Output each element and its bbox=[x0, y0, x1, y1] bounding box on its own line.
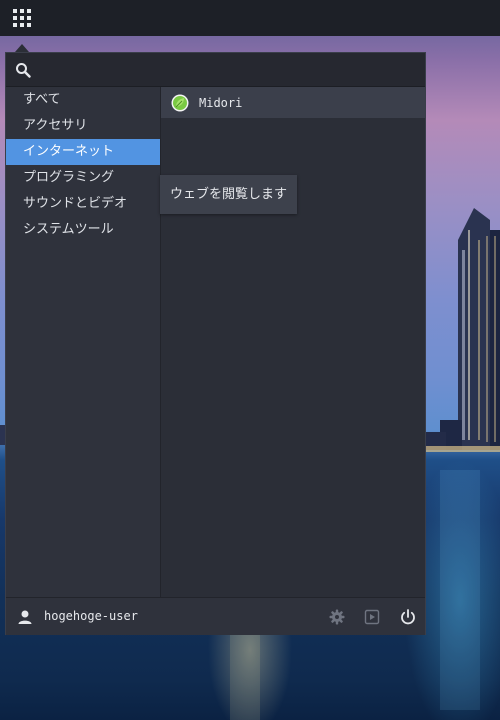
application-menu: すべて アクセサリ インターネット プログラミング サウンドとビデオ システムツ… bbox=[5, 52, 426, 635]
top-panel bbox=[0, 0, 500, 36]
menu-footer: hogehoge-user bbox=[6, 597, 425, 635]
user-name: hogehoge-user bbox=[44, 609, 138, 623]
category-all[interactable]: すべて bbox=[6, 87, 160, 113]
category-internet[interactable]: インターネット bbox=[6, 139, 160, 165]
app-grid-icon[interactable] bbox=[4, 0, 40, 36]
category-system-tools[interactable]: システムツール bbox=[6, 217, 160, 243]
power-icon bbox=[401, 609, 415, 625]
settings-icon bbox=[329, 609, 345, 625]
category-programming[interactable]: プログラミング bbox=[6, 165, 160, 191]
app-grid-glyph bbox=[13, 9, 31, 27]
screensaver-button[interactable] bbox=[362, 607, 382, 627]
user-icon bbox=[18, 610, 32, 624]
power-button[interactable] bbox=[398, 607, 418, 627]
settings-button[interactable] bbox=[327, 607, 347, 627]
category-list: すべて アクセサリ インターネット プログラミング サウンドとビデオ システムツ… bbox=[6, 87, 161, 597]
category-accessories[interactable]: アクセサリ bbox=[6, 113, 160, 139]
search-input[interactable] bbox=[36, 57, 420, 83]
search-icon bbox=[16, 63, 31, 78]
app-item-midori[interactable]: Midori bbox=[161, 87, 425, 118]
category-sound-and-video[interactable]: サウンドとビデオ bbox=[6, 191, 160, 217]
midori-leaf-icon bbox=[171, 94, 189, 111]
app-list: Midori bbox=[161, 87, 425, 597]
search-bar bbox=[6, 53, 425, 87]
app-tooltip: ウェブを閲覧します bbox=[160, 175, 298, 214]
app-label: Midori bbox=[199, 95, 243, 110]
screensaver-icon bbox=[364, 609, 380, 625]
menu-pointer-arrow bbox=[15, 44, 29, 52]
